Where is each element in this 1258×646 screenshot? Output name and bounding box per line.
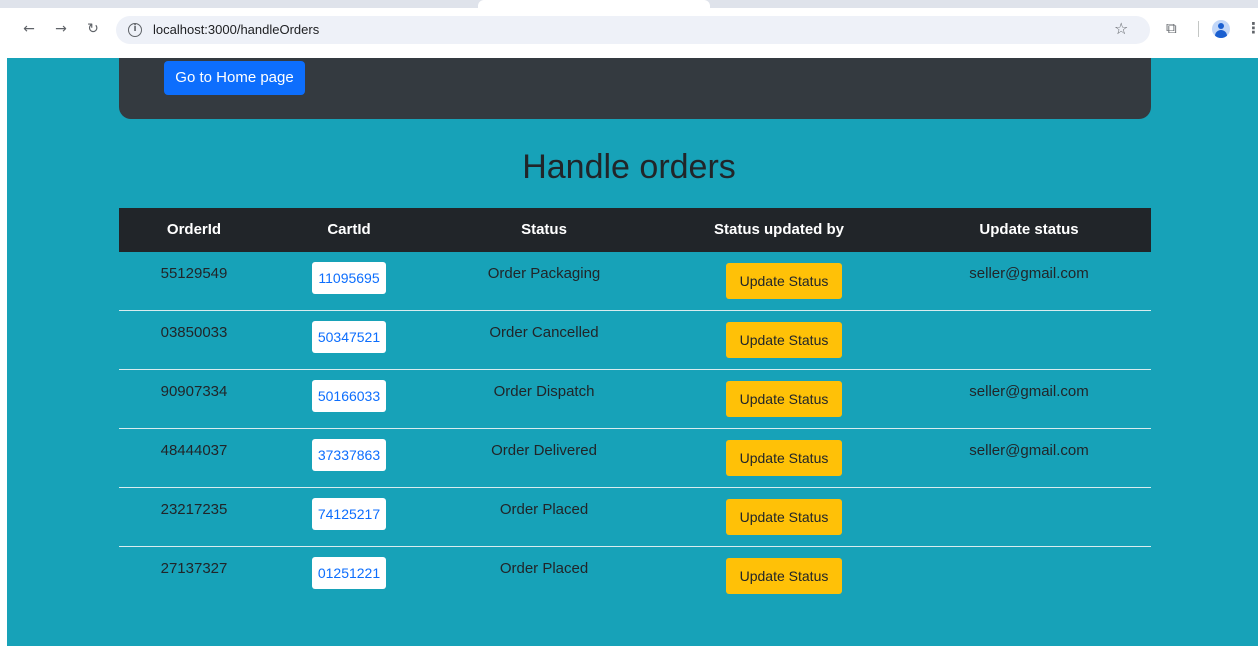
home-page-button[interactable]: Go to Home page bbox=[164, 61, 305, 95]
header-status: Status bbox=[521, 221, 567, 238]
updated-by: seller@gmail.com bbox=[969, 265, 1089, 282]
profile-avatar-icon[interactable] bbox=[1212, 20, 1230, 38]
update-status-button[interactable]: Update Status bbox=[726, 499, 842, 535]
table-row: 90907334 50166033 Order Dispatch Update … bbox=[119, 370, 1151, 429]
site-info-icon[interactable]: i bbox=[128, 23, 142, 37]
order-id: 90907334 bbox=[160, 383, 228, 400]
order-status: Order Cancelled bbox=[489, 324, 599, 341]
table-row: 55129549 11095695 Order Packaging Update… bbox=[119, 252, 1151, 311]
extensions-icon[interactable]: ⧉ bbox=[1166, 19, 1177, 37]
order-id: 23217235 bbox=[160, 501, 228, 518]
update-status-button[interactable]: Update Status bbox=[726, 263, 842, 299]
toolbar-divider bbox=[1198, 21, 1199, 37]
page-title: Handle orders bbox=[522, 148, 736, 186]
order-status: Order Delivered bbox=[491, 442, 597, 459]
table-header: OrderId CartId Status Status updated by … bbox=[119, 208, 1151, 252]
back-icon[interactable]: ← bbox=[20, 20, 38, 38]
table-row: 03850033 50347521 Order Cancelled Update… bbox=[119, 311, 1151, 370]
order-id: 48444037 bbox=[160, 442, 228, 459]
url-text[interactable]: localhost:3000/handleOrders bbox=[153, 22, 319, 38]
tab-strip bbox=[0, 0, 1258, 8]
cart-id-button[interactable]: 74125217 bbox=[312, 498, 386, 530]
order-id: 27137327 bbox=[160, 560, 228, 577]
cart-id-button[interactable]: 50166033 bbox=[312, 380, 386, 412]
cart-id-button[interactable]: 37337863 bbox=[312, 439, 386, 471]
table-row: 27137327 01251221 Order Placed Update St… bbox=[119, 547, 1151, 606]
page-content: Go to Home page Handle orders OrderId Ca… bbox=[7, 58, 1258, 646]
navbar: Go to Home page bbox=[119, 58, 1151, 119]
order-status: Order Placed bbox=[499, 560, 589, 577]
header-cartid: CartId bbox=[327, 221, 371, 238]
cart-id-button[interactable]: 01251221 bbox=[312, 557, 386, 589]
update-status-button[interactable]: Update Status bbox=[726, 440, 842, 476]
browser-chrome: ← → ↻ i localhost:3000/handleOrders ☆ ⧉ … bbox=[0, 0, 1258, 58]
table-row: 23217235 74125217 Order Placed Update St… bbox=[119, 488, 1151, 547]
header-orderid: OrderId bbox=[166, 221, 222, 238]
bookmark-star-icon[interactable]: ☆ bbox=[1114, 19, 1128, 38]
cart-id-button[interactable]: 50347521 bbox=[312, 321, 386, 353]
reload-icon[interactable]: ↻ bbox=[84, 20, 102, 38]
address-bar[interactable]: i localhost:3000/handleOrders bbox=[116, 16, 1150, 44]
active-tab[interactable] bbox=[478, 0, 710, 8]
order-status: Order Packaging bbox=[487, 265, 601, 282]
header-status-updated-by: Status updated by bbox=[713, 221, 844, 238]
forward-icon[interactable]: → bbox=[52, 20, 70, 38]
order-status: Order Placed bbox=[499, 501, 589, 518]
cart-id-button[interactable]: 11095695 bbox=[312, 262, 386, 294]
updated-by: seller@gmail.com bbox=[969, 383, 1089, 400]
updated-by bbox=[939, 311, 1119, 355]
updated-by: seller@gmail.com bbox=[969, 442, 1089, 459]
update-status-button[interactable]: Update Status bbox=[726, 381, 842, 417]
header-update-status: Update status bbox=[979, 221, 1079, 238]
update-status-button[interactable]: Update Status bbox=[726, 322, 842, 358]
update-status-button[interactable]: Update Status bbox=[726, 558, 842, 594]
order-id: 55129549 bbox=[160, 265, 228, 282]
menu-kebab-icon[interactable]: ⋮ bbox=[1246, 19, 1258, 37]
updated-by bbox=[939, 488, 1119, 532]
table-row: 48444037 37337863 Order Delivered Update… bbox=[119, 429, 1151, 488]
updated-by bbox=[939, 547, 1119, 591]
order-status: Order Dispatch bbox=[493, 383, 595, 400]
order-id: 03850033 bbox=[160, 324, 228, 341]
